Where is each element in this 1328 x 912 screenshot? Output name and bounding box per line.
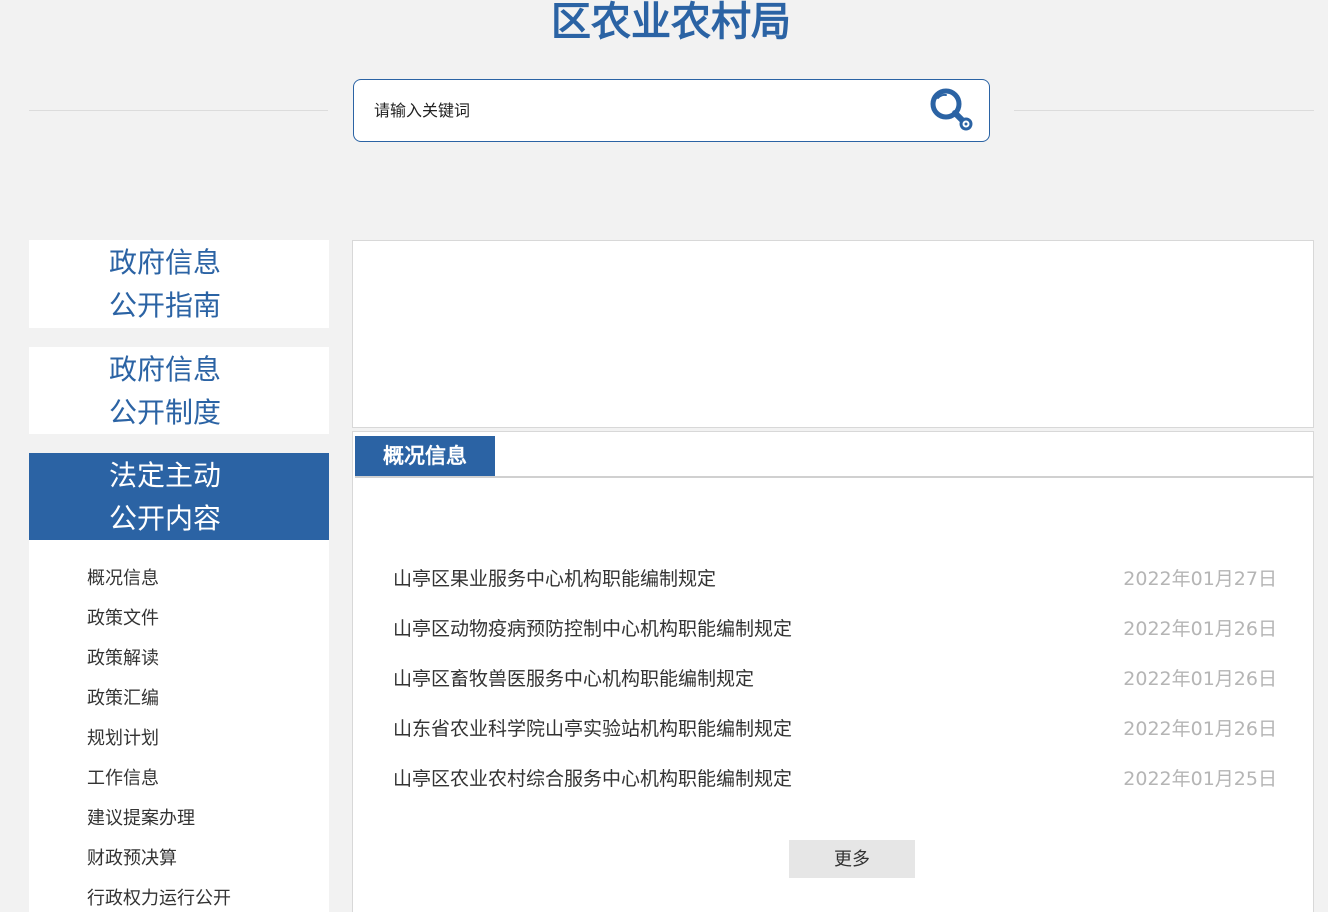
tab-overview[interactable]: 概况信息 [355, 436, 495, 476]
sidebar-item-policy-compilation[interactable]: 政策汇编 [87, 687, 159, 711]
sidebar-item-budget[interactable]: 财政预决算 [87, 847, 177, 871]
sidebar-block-line: 公开制度 [108, 396, 221, 429]
sidebar-item-plans[interactable]: 规划计划 [87, 727, 159, 751]
sidebar-block-line: 法定主动 [108, 459, 221, 492]
article-date: 2022年01月27日 [1123, 568, 1277, 590]
search-key-icon [930, 88, 973, 131]
more-button[interactable]: 更多 [789, 840, 915, 878]
article-title[interactable]: 山亭区果业服务中心机构职能编制规定 [393, 565, 716, 593]
article-item[interactable]: 山亭区果业服务中心机构职能编制规定 2022年01月27日 [393, 565, 1277, 593]
sidebar-item-admin-power[interactable]: 行政权力运行公开 [87, 887, 231, 911]
sidebar-block-system[interactable]: 政府信息 公开制度 [29, 347, 329, 434]
article-item[interactable]: 山亭区畜牧兽医服务中心机构职能编制规定 2022年01月26日 [393, 665, 1277, 693]
sidebar-block-statutory-content[interactable]: 法定主动 公开内容 [29, 453, 329, 540]
article-item[interactable]: 山亭区动物疫病预防控制中心机构职能编制规定 2022年01月26日 [393, 615, 1277, 643]
site-title: 区农业农村局 [551, 0, 791, 45]
sidebar-block-line: 公开内容 [108, 502, 221, 535]
article-title[interactable]: 山亭区农业农村综合服务中心机构职能编制规定 [393, 765, 792, 793]
article-item[interactable]: 山亭区农业农村综合服务中心机构职能编制规定 2022年01月25日 [393, 765, 1277, 793]
sidebar-item-overview[interactable]: 概况信息 [87, 567, 159, 591]
banner-area [352, 240, 1314, 428]
sidebar-block-line: 政府信息 [108, 353, 221, 386]
sidebar-block-guide[interactable]: 政府信息 公开指南 [29, 240, 329, 328]
article-date: 2022年01月26日 [1123, 718, 1277, 740]
article-date: 2022年01月26日 [1123, 618, 1277, 640]
search-button[interactable] [926, 86, 978, 136]
overview-panel: 概况信息 山亭区果业服务中心机构职能编制规定 2022年01月27日 山亭区动物… [352, 431, 1314, 912]
article-date: 2022年01月25日 [1123, 768, 1277, 790]
article-title[interactable]: 山亭区畜牧兽医服务中心机构职能编制规定 [393, 665, 754, 693]
search-input[interactable] [372, 80, 912, 141]
article-item[interactable]: 山东省农业科学院山亭实验站机构职能编制规定 2022年01月26日 [393, 715, 1277, 743]
sidebar-item-proposals[interactable]: 建议提案办理 [87, 807, 195, 831]
article-title[interactable]: 山东省农业科学院山亭实验站机构职能编制规定 [393, 715, 792, 743]
article-title[interactable]: 山亭区动物疫病预防控制中心机构职能编制规定 [393, 615, 792, 643]
search-box [353, 79, 990, 142]
sidebar-block-line: 公开指南 [108, 289, 221, 322]
tab-underline [355, 476, 1313, 478]
sidebar-sub-list: 概况信息 政策文件 政策解读 政策汇编 规划计划 工作信息 建议提案办理 财政预… [29, 540, 329, 912]
header-divider-right [1014, 110, 1314, 111]
header-divider-left [29, 110, 328, 111]
sidebar-item-policy-documents[interactable]: 政策文件 [87, 607, 159, 631]
sidebar-item-policy-interpretation[interactable]: 政策解读 [87, 647, 159, 671]
sidebar-item-work-info[interactable]: 工作信息 [87, 767, 159, 791]
article-date: 2022年01月26日 [1123, 668, 1277, 690]
sidebar-block-line: 政府信息 [108, 246, 221, 279]
